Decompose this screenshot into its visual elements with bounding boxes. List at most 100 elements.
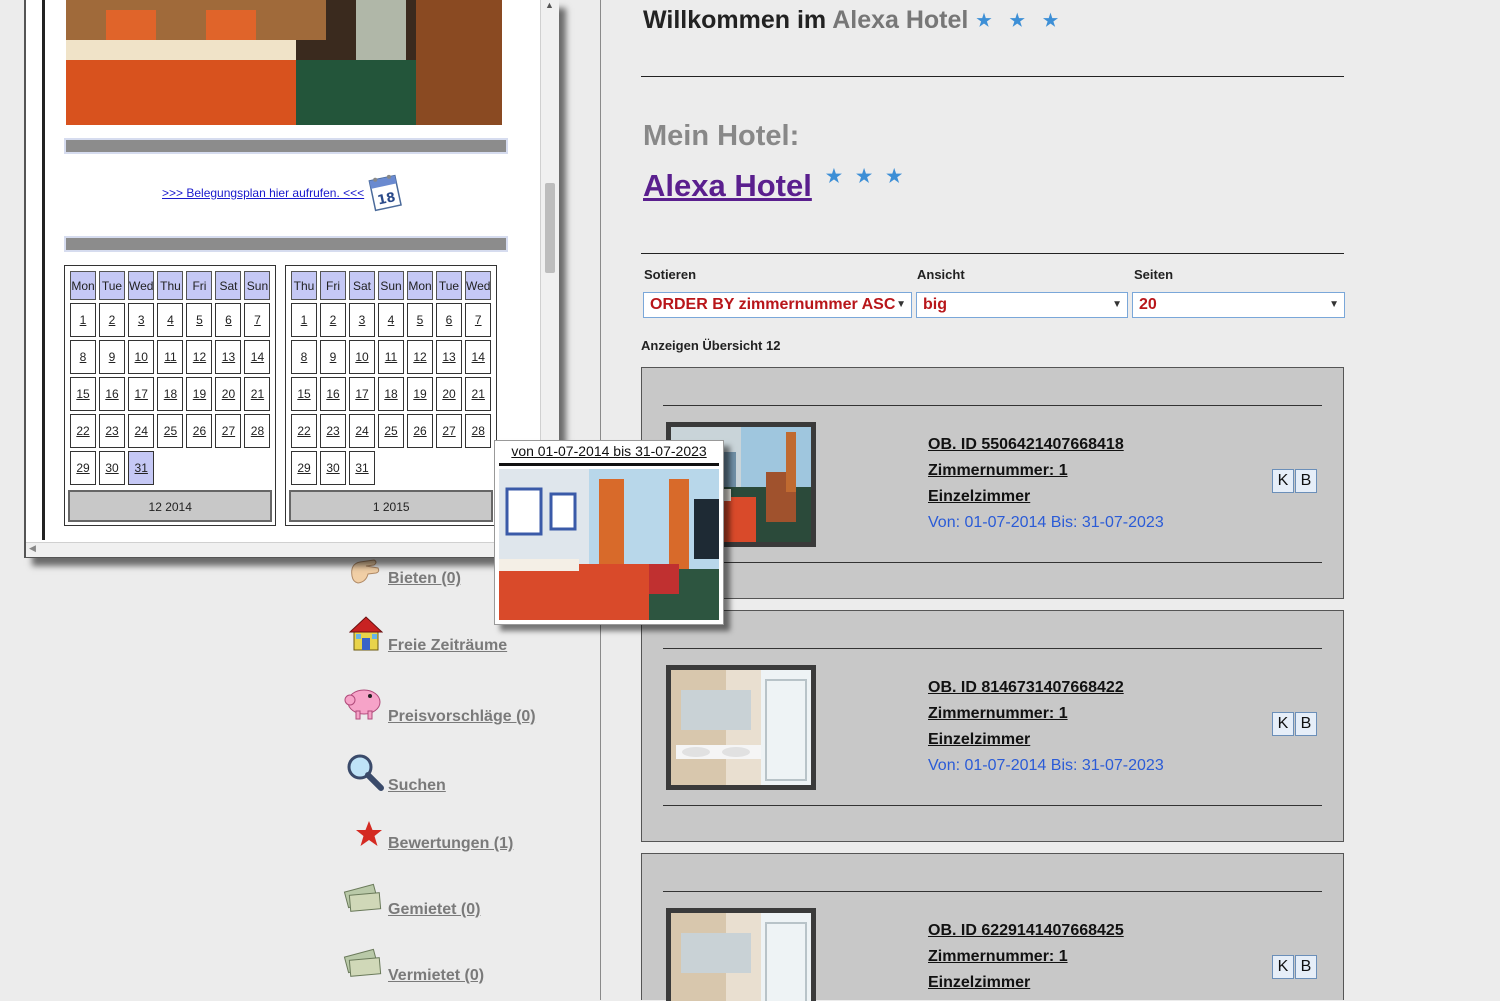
- room-number-link[interactable]: Zimmernummer: 1: [928, 944, 1124, 970]
- calendar-day[interactable]: 14: [465, 340, 492, 374]
- scroll-up-icon[interactable]: ▲: [545, 0, 554, 10]
- nav-preisvorschlaege[interactable]: Preisvorschläge (0): [388, 708, 536, 726]
- calendar-day[interactable]: 11: [157, 340, 184, 374]
- nav-suchen[interactable]: Suchen: [388, 777, 446, 795]
- calendar-day[interactable]: 13: [436, 340, 462, 374]
- calendar-day[interactable]: 22: [70, 414, 96, 448]
- calendar-day[interactable]: 7: [465, 303, 492, 337]
- calendar-day[interactable]: 23: [320, 414, 346, 448]
- calendar-day[interactable]: 22: [291, 414, 317, 448]
- calendar-day[interactable]: 2: [99, 303, 125, 337]
- calendar-day[interactable]: 30: [320, 451, 346, 485]
- calendar-day[interactable]: 10: [128, 340, 155, 374]
- calendar-day[interactable]: 8: [291, 340, 317, 374]
- calendar-day[interactable]: 8: [70, 340, 96, 374]
- b-button[interactable]: B: [1295, 955, 1317, 979]
- calendar-day[interactable]: 31: [349, 451, 375, 485]
- calendar-day[interactable]: 16: [320, 377, 346, 411]
- calendar-day[interactable]: 17: [128, 377, 155, 411]
- calendar-day[interactable]: 29: [70, 451, 96, 485]
- calendar-day[interactable]: 6: [215, 303, 242, 337]
- nav-bieten[interactable]: Bieten (0): [388, 570, 461, 588]
- calendar-day[interactable]: 4: [378, 303, 404, 337]
- calendar-day[interactable]: 23: [99, 414, 125, 448]
- calendar-day[interactable]: 15: [70, 377, 96, 411]
- sort-select[interactable]: ORDER BY zimmernummer ASC ▼: [643, 292, 912, 318]
- calendar-day[interactable]: 28: [465, 414, 492, 448]
- pages-select[interactable]: 20 ▼: [1132, 292, 1345, 318]
- room-id-link[interactable]: OB. ID 8146731407668422: [928, 675, 1164, 701]
- calendar-day[interactable]: 5: [186, 303, 213, 337]
- my-hotel-name[interactable]: Alexa Hotel: [643, 168, 812, 203]
- calendar-day[interactable]: 4: [157, 303, 184, 337]
- calendar-day[interactable]: 18: [378, 377, 404, 411]
- calendar-day[interactable]: 5: [407, 303, 433, 337]
- welcome-hotel-name: Alexa Hotel: [832, 6, 969, 34]
- k-button[interactable]: K: [1272, 712, 1294, 736]
- calendar-day[interactable]: 24: [349, 414, 375, 448]
- calendar-day[interactable]: 28: [244, 414, 271, 448]
- my-hotel-link[interactable]: Alexa Hotel ★ ★ ★: [643, 166, 902, 204]
- calendar-day[interactable]: 19: [186, 377, 213, 411]
- occupancy-plan-link[interactable]: >>> Belegungsplan hier aufrufen. <<<: [162, 186, 364, 200]
- calendar-day[interactable]: 24: [128, 414, 155, 448]
- nav-freie-zeitraeume[interactable]: Freie Zeiträume: [388, 637, 507, 655]
- view-select[interactable]: big ▼: [916, 292, 1128, 318]
- calendar-day[interactable]: 21: [465, 377, 492, 411]
- room-id-link[interactable]: OB. ID 5506421407668418: [928, 432, 1164, 458]
- nav-vermietet[interactable]: Vermietet (0): [388, 967, 484, 985]
- calendar-day[interactable]: 20: [436, 377, 462, 411]
- calendar-day[interactable]: 27: [215, 414, 242, 448]
- room-id-link[interactable]: OB. ID 6229141407668425: [928, 918, 1124, 944]
- calendar-day[interactable]: 25: [157, 414, 184, 448]
- calendar-day[interactable]: 11: [378, 340, 404, 374]
- room-type-link[interactable]: Einzelzimmer: [928, 484, 1164, 510]
- calendar-day[interactable]: 30: [99, 451, 125, 485]
- calendar-day[interactable]: 26: [186, 414, 213, 448]
- calendar-day[interactable]: 31: [128, 451, 155, 485]
- calendar-day[interactable]: 18: [157, 377, 184, 411]
- calendar-day[interactable]: 17: [349, 377, 375, 411]
- room-type-link[interactable]: Einzelzimmer: [928, 970, 1124, 996]
- calendar-day[interactable]: 27: [436, 414, 462, 448]
- calendar-day[interactable]: 12: [407, 340, 433, 374]
- calendar-month-label[interactable]: 12 2014: [68, 490, 273, 522]
- k-button[interactable]: K: [1272, 955, 1294, 979]
- calendar-day[interactable]: 3: [128, 303, 155, 337]
- calendar-day[interactable]: 13: [215, 340, 242, 374]
- calendar-day[interactable]: 9: [99, 340, 125, 374]
- room-type-link[interactable]: Einzelzimmer: [928, 727, 1164, 753]
- room-number-link[interactable]: Zimmernummer: 1: [928, 458, 1164, 484]
- calendar-month-label[interactable]: 1 2015: [289, 490, 494, 522]
- calendar-day[interactable]: 2: [320, 303, 346, 337]
- calendar-icon[interactable]: 18: [366, 170, 404, 219]
- calendar-day[interactable]: 1: [291, 303, 317, 337]
- calendar-day[interactable]: 25: [378, 414, 404, 448]
- b-button[interactable]: B: [1295, 712, 1317, 736]
- calendar-day[interactable]: 21: [244, 377, 271, 411]
- nav-bewertungen[interactable]: Bewertungen (1): [388, 835, 513, 853]
- b-button[interactable]: B: [1295, 469, 1317, 493]
- scrollbar-thumb[interactable]: [545, 183, 555, 273]
- calendar-day[interactable]: 19: [407, 377, 433, 411]
- calendar-day[interactable]: 15: [291, 377, 317, 411]
- horizontal-scrollbar[interactable]: ◀: [26, 542, 540, 557]
- calendar-day[interactable]: 16: [99, 377, 125, 411]
- calendar-day[interactable]: 29: [291, 451, 317, 485]
- calendar-day[interactable]: 9: [320, 340, 346, 374]
- calendar-day[interactable]: 26: [407, 414, 433, 448]
- calendar-day[interactable]: 6: [436, 303, 462, 337]
- room-photo-bathroom[interactable]: [666, 908, 816, 1001]
- scroll-left-icon[interactable]: ◀: [29, 543, 36, 554]
- calendar-day[interactable]: 3: [349, 303, 375, 337]
- calendar-day[interactable]: 1: [70, 303, 96, 337]
- calendar-day[interactable]: 10: [349, 340, 375, 374]
- calendar-day[interactable]: 12: [186, 340, 213, 374]
- room-photo-bathroom[interactable]: [666, 665, 816, 790]
- calendar-day[interactable]: 7: [244, 303, 271, 337]
- calendar-day[interactable]: 20: [215, 377, 242, 411]
- room-number-link[interactable]: Zimmernummer: 1: [928, 701, 1164, 727]
- calendar-day[interactable]: 14: [244, 340, 271, 374]
- k-button[interactable]: K: [1272, 469, 1294, 493]
- nav-gemietet[interactable]: Gemietet (0): [388, 901, 480, 919]
